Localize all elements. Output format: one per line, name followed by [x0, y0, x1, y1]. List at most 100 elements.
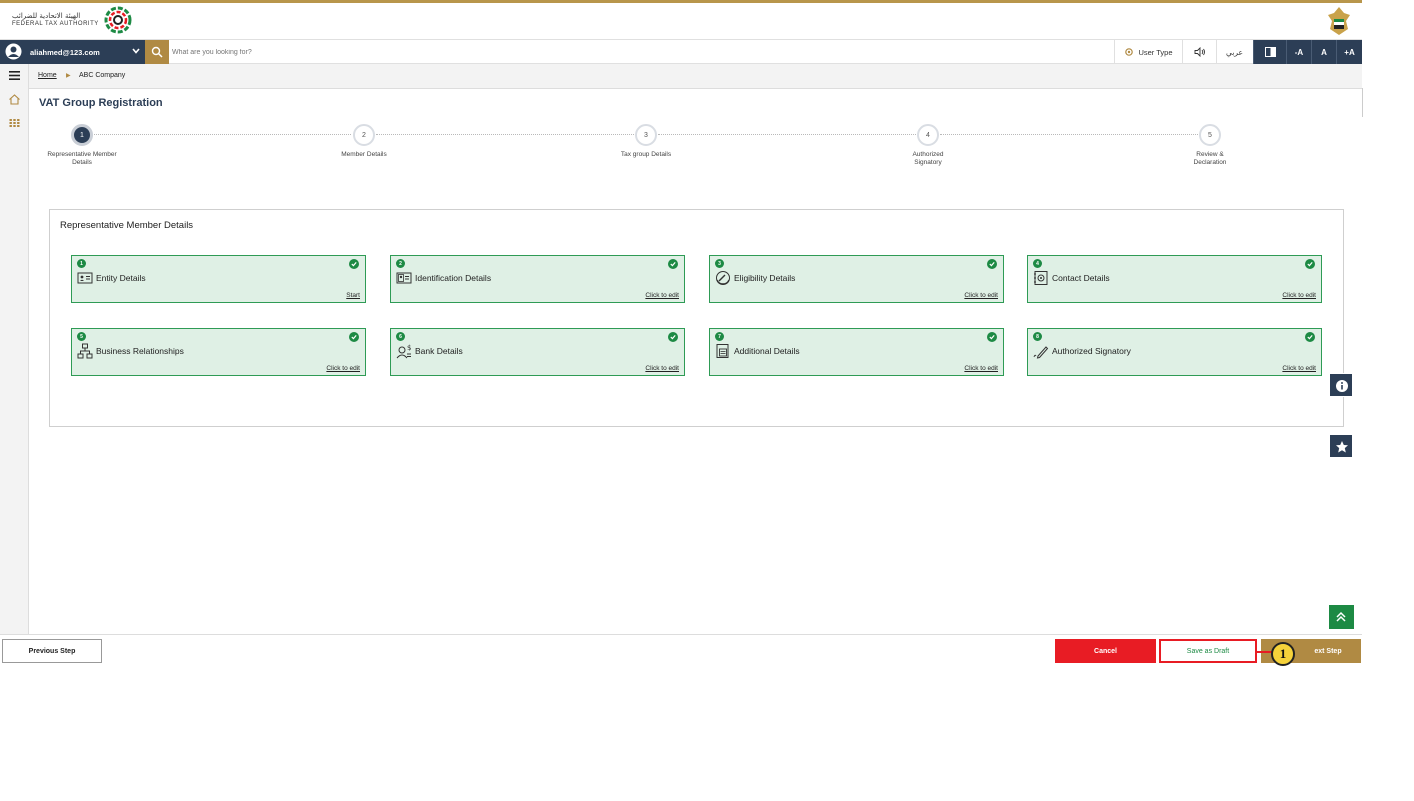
step-5-label: Review & Declaration: [1193, 151, 1227, 166]
logo-english: FEDERAL TAX AUTHORITY: [12, 21, 99, 27]
audio-button[interactable]: [1182, 40, 1216, 64]
user-menu[interactable]: aliahmed@123.com: [0, 40, 145, 64]
document-icon: [716, 344, 729, 358]
card-additional-details[interactable]: 7 Additional Details Click to edit: [709, 328, 1004, 376]
info-button[interactable]: [1329, 373, 1353, 397]
search-input[interactable]: [172, 42, 772, 62]
card-number-badge: 4: [1033, 259, 1042, 268]
card-label: Identification Details: [415, 273, 492, 283]
card-edit-link[interactable]: Click to edit: [645, 365, 679, 372]
app-frame: الهيئة الاتحادية للضرائب FEDERAL TAX AUT…: [0, 0, 1363, 666]
card-label: Additional Details: [734, 346, 800, 356]
apps-grid-icon[interactable]: [8, 116, 21, 129]
card-business-relationships[interactable]: 5 Business Relationships Click to edit: [71, 328, 366, 376]
card-number-badge: 2: [396, 259, 405, 268]
gauge-icon: [716, 271, 730, 285]
step-4-circle[interactable]: 4: [917, 124, 939, 146]
star-icon: [1336, 441, 1348, 453]
font-normal-button[interactable]: A: [1311, 40, 1336, 64]
contrast-toggle[interactable]: [1253, 40, 1286, 64]
check-circle-icon: [987, 259, 997, 269]
font-increase-button[interactable]: +A: [1336, 40, 1362, 64]
card-entity-details[interactable]: 1 Entity Details Start: [71, 255, 366, 303]
pen-icon: [1033, 346, 1049, 359]
card-number-badge: 7: [715, 332, 724, 341]
user-type-label: User Type: [1138, 47, 1173, 57]
hamburger-menu-icon[interactable]: [8, 69, 21, 82]
cancel-button[interactable]: Cancel: [1055, 639, 1156, 663]
scroll-top-button[interactable]: [1329, 605, 1354, 629]
card-number-badge: 3: [715, 259, 724, 268]
check-circle-icon: [349, 259, 359, 269]
callout-badge: 1: [1271, 642, 1295, 666]
page-title: VAT Group Registration: [39, 97, 163, 109]
card-authorized-signatory[interactable]: 8 Authorized Signatory Click to edit: [1027, 328, 1322, 376]
step-2-circle[interactable]: 2: [353, 124, 375, 146]
sidebar: [0, 64, 29, 634]
card-edit-link[interactable]: Click to edit: [964, 292, 998, 299]
card-contact-details[interactable]: 4 Contact Details Click to edit: [1027, 255, 1322, 303]
card-eligibility-details[interactable]: 3 Eligibility Details Click to edit: [709, 255, 1004, 303]
step-3-circle[interactable]: 3: [635, 124, 657, 146]
user-type-button[interactable]: User Type: [1114, 40, 1182, 64]
step-1-label: Representative Member Details: [47, 151, 117, 166]
breadcrumb: Home ▶ ABC Company: [29, 64, 1362, 88]
top-toolbar: aliahmed@123.com User Type: [0, 39, 1362, 64]
search-button[interactable]: [145, 40, 169, 64]
chevron-down-icon[interactable]: [131, 46, 141, 56]
card-edit-link[interactable]: Click to edit: [964, 365, 998, 372]
favorite-button[interactable]: [1329, 434, 1353, 458]
fta-logo-icon[interactable]: [104, 6, 132, 34]
org-chart-icon: [77, 343, 93, 359]
card-bank-details[interactable]: 6 $ Bank Details Click to edit: [390, 328, 685, 376]
home-icon[interactable]: [8, 93, 21, 106]
language-toggle[interactable]: عربي: [1216, 40, 1252, 64]
font-decrease-button[interactable]: -A: [1286, 40, 1311, 64]
main-content: VAT Group Registration 1 2 3 4 5 Represe…: [29, 88, 1362, 628]
step-3-label: Tax group Details: [620, 151, 672, 158]
save-as-draft-button[interactable]: Save as Draft: [1159, 639, 1257, 663]
card-label: Contact Details: [1052, 273, 1110, 283]
step-5-circle[interactable]: 5: [1199, 124, 1221, 146]
card-label: Bank Details: [415, 346, 463, 356]
card-label: Entity Details: [96, 273, 146, 283]
check-circle-icon: [668, 259, 678, 269]
identification-icon: [396, 272, 412, 284]
svg-text:$: $: [407, 344, 411, 352]
contact-icon: [1034, 271, 1048, 285]
step-connector: [376, 134, 634, 135]
check-circle-icon: [349, 332, 359, 342]
card-edit-link[interactable]: Click to edit: [645, 292, 679, 299]
card-edit-link[interactable]: Click to edit: [1282, 365, 1316, 372]
check-circle-icon: [668, 332, 678, 342]
representative-member-panel: Representative Member Details 1 Entity D…: [49, 209, 1344, 427]
card-number-badge: 5: [77, 332, 86, 341]
card-identification-details[interactable]: 2 Identification Details Click to edit: [390, 255, 685, 303]
double-chevron-up-icon: [1336, 611, 1346, 622]
card-number-badge: 1: [77, 259, 86, 268]
card-start-link[interactable]: Start: [346, 292, 360, 299]
step-2-label: Member Details: [341, 151, 387, 158]
footer-actions: Previous Step Cancel Save as Draft ext S…: [0, 634, 1362, 664]
step-1-circle[interactable]: 1: [71, 124, 93, 146]
breadcrumb-current: ABC Company: [79, 72, 126, 79]
panel-title: Representative Member Details: [60, 220, 194, 231]
breadcrumb-home-link[interactable]: Home: [38, 72, 57, 79]
card-label: Authorized Signatory: [1052, 346, 1131, 356]
card-edit-link[interactable]: Click to edit: [1282, 292, 1316, 299]
check-circle-icon: [1305, 259, 1315, 269]
id-card-icon: [77, 272, 93, 284]
card-edit-link[interactable]: Click to edit: [326, 365, 360, 372]
step-connector: [94, 134, 351, 135]
check-circle-icon: [1305, 332, 1315, 342]
uae-emblem-icon: [1328, 7, 1350, 35]
step-connector: [658, 134, 916, 135]
logo-bar: الهيئة الاتحادية للضرائب FEDERAL TAX AUT…: [0, 3, 1362, 39]
user-email: aliahmed@123.com: [30, 48, 100, 57]
card-label: Business Relationships: [96, 346, 184, 356]
content-border: [1362, 88, 1363, 117]
contrast-icon: [1264, 47, 1276, 57]
fta-logo-text[interactable]: الهيئة الاتحادية للضرائب FEDERAL TAX AUT…: [12, 12, 99, 28]
previous-step-button[interactable]: Previous Step: [2, 639, 102, 663]
card-number-badge: 6: [396, 332, 405, 341]
